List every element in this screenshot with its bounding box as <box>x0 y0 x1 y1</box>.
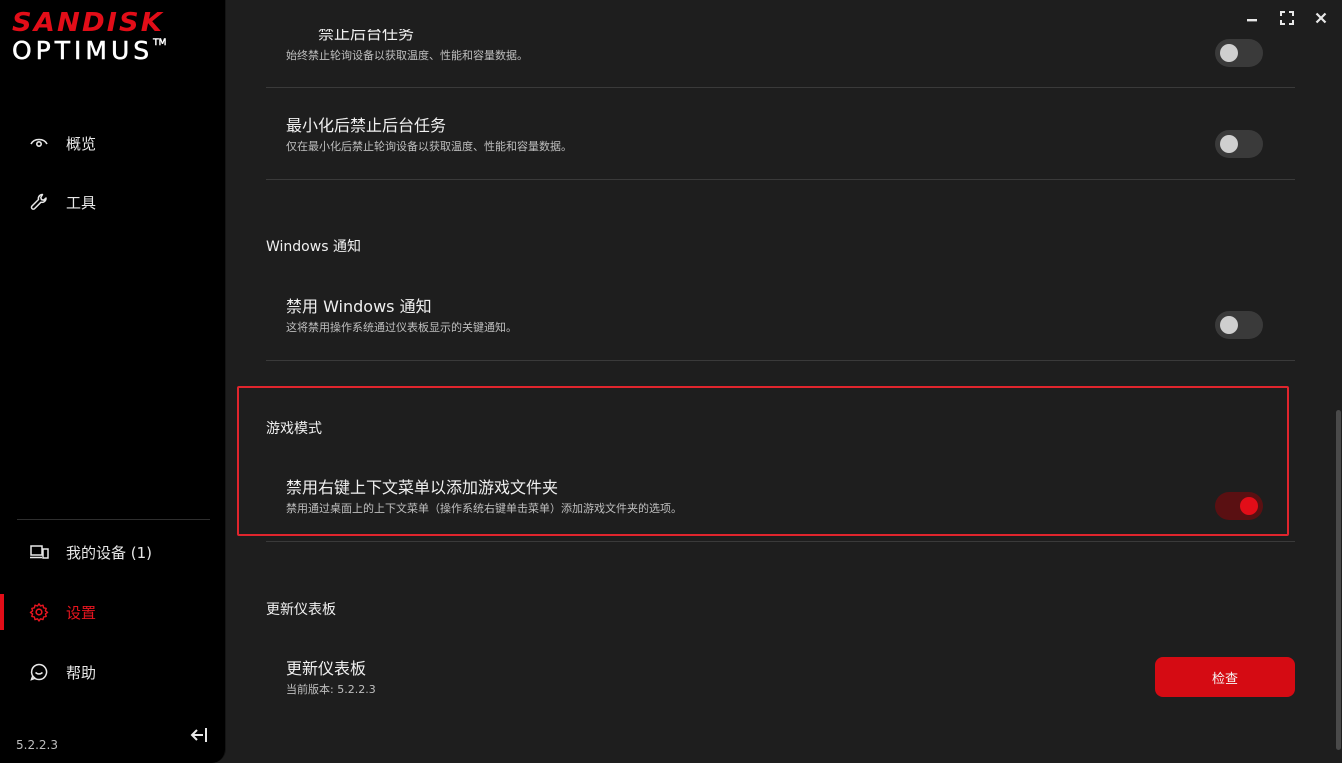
toggle-knob <box>1220 135 1238 153</box>
toggle-game-mode[interactable] <box>1215 492 1263 520</box>
gear-icon <box>29 602 49 622</box>
current-version-text: 当前版本: 5.2.2.3 <box>286 683 376 696</box>
section-title-update: 更新仪表板 <box>266 602 336 618</box>
toggle-knob <box>1240 497 1258 515</box>
wrench-icon <box>29 192 49 212</box>
sidebar-item-tools[interactable]: 工具 <box>0 182 226 222</box>
setting-title-windows-notify: 禁用 Windows 通知 <box>286 297 432 316</box>
collapse-arrow-icon <box>190 728 207 742</box>
scrollbar-thumb[interactable] <box>1336 410 1341 750</box>
section-title-game-mode: 游戏模式 <box>266 421 322 437</box>
setting-title-game-mode: 禁用右键上下文菜单以添加游戏文件夹 <box>286 478 559 497</box>
help-chat-icon <box>29 662 49 682</box>
close-button[interactable] <box>1313 10 1329 26</box>
collapse-sidebar-button[interactable] <box>188 724 210 746</box>
setting-desc-disable-background: 始终禁止轮询设备以获取温度、性能和容量数据。 <box>286 49 528 62</box>
app-version: 5.2.2.3 <box>16 738 58 752</box>
setting-desc-windows-notify: 这将禁用操作系统通过仪表板显示的关键通知。 <box>286 321 517 334</box>
sidebar-item-label: 我的设备 (1) <box>66 543 153 562</box>
toggle-knob <box>1220 44 1238 62</box>
check-update-button[interactable]: 检查 <box>1155 657 1295 697</box>
divider <box>266 179 1295 180</box>
sidebar-item-label: 设置 <box>66 603 97 622</box>
minimize-button[interactable] <box>1244 10 1260 26</box>
sidebar-divider <box>17 519 210 520</box>
close-icon <box>1315 12 1327 24</box>
sidebar-item-label: 概览 <box>66 134 97 153</box>
sidebar-item-my-devices[interactable]: 我的设备 (1) <box>0 532 226 572</box>
minimize-icon <box>1247 19 1257 22</box>
maximize-icon <box>1280 11 1294 25</box>
logo-brand-top: SANDISK <box>12 8 164 38</box>
setting-title-minimize: 最小化后禁止后台任务 <box>286 116 447 135</box>
sidebar-item-overview[interactable]: 概览 <box>0 123 226 163</box>
maximize-button[interactable] <box>1279 10 1295 26</box>
toggle-windows-notify[interactable] <box>1215 311 1263 339</box>
logo-brand-bottom: OPTIMUSTM <box>12 36 167 66</box>
toggle-knob <box>1220 316 1238 334</box>
setting-desc-minimize: 仅在最小化后禁止轮询设备以获取温度、性能和容量数据。 <box>286 140 572 153</box>
divider <box>266 87 1295 88</box>
toggle-minimize[interactable] <box>1215 130 1263 158</box>
eye-icon <box>29 133 49 153</box>
sidebar-item-settings[interactable]: 设置 <box>0 592 226 632</box>
devices-icon <box>29 542 49 562</box>
setting-title-disable-background: 始终禁止后台任务 <box>318 24 415 43</box>
sandisk-optimus-logo: SANDISK OPTIMUSTM <box>12 8 217 70</box>
sidebar: SANDISK OPTIMUSTM 概览 工具 我的设备 (1) 设置 帮助 5… <box>0 0 226 763</box>
toggle-disable-background[interactable] <box>1215 39 1263 67</box>
setting-desc-game-mode: 禁用通过桌面上的上下文菜单（操作系统右键单击菜单）添加游戏文件夹的选项。 <box>286 502 682 515</box>
sidebar-item-label: 工具 <box>66 193 97 212</box>
divider <box>266 360 1295 361</box>
sidebar-item-label: 帮助 <box>66 663 97 682</box>
section-title-windows-notify: Windows 通知 <box>266 239 361 255</box>
setting-title-update: 更新仪表板 <box>286 659 367 678</box>
divider <box>266 541 1295 542</box>
sidebar-item-help[interactable]: 帮助 <box>0 652 226 692</box>
